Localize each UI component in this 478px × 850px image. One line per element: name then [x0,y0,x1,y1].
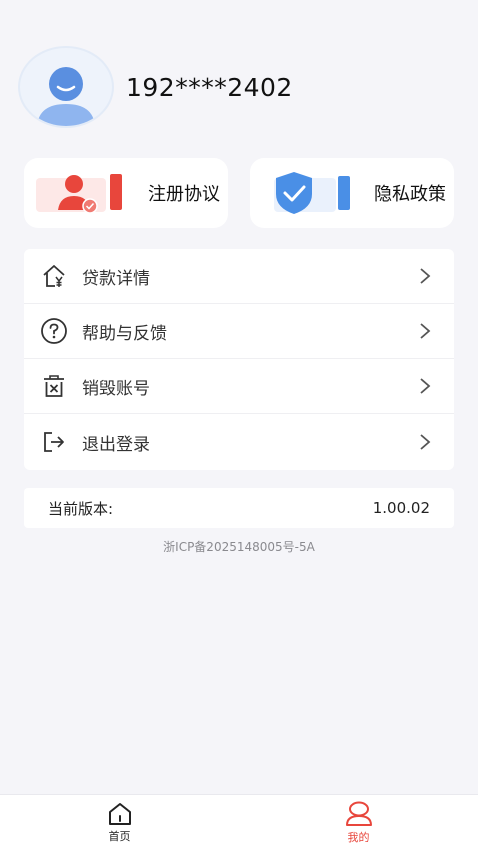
tab-label-home: 首页 [108,829,131,843]
menu-label-help-feedback: 帮助与反馈 [82,323,167,344]
chevron-right-icon [420,434,431,450]
card-register-agreement[interactable]: 注册协议 [24,158,228,228]
menu-label-logout: 退出登录 [82,434,150,455]
card-privacy-policy[interactable]: 隐私政策 [250,158,454,228]
card-label-privacy: 隐私政策 [374,184,446,205]
trash-icon [40,372,68,400]
menu-label-delete-account: 销毁账号 [82,378,150,399]
avatar[interactable] [18,46,114,128]
menu-label-loan-details: 贷款详情 [82,268,150,289]
settings-menu: 贷款详情 帮助与反馈 销毁账号 退出登录 [24,249,454,470]
menu-item-help-feedback[interactable]: 帮助与反馈 [24,304,454,359]
menu-item-loan-details[interactable]: 贷款详情 [24,249,454,304]
logout-icon [40,428,68,456]
house-yen-icon [40,262,68,290]
tab-home[interactable]: 首页 [0,795,239,850]
card-label-register: 注册协议 [148,184,220,205]
chevron-right-icon [420,378,431,394]
profile-header: 192****2402 [18,46,293,128]
question-circle-icon [40,317,68,345]
agreement-cards: 注册协议 隐私政策 [24,158,454,228]
chevron-right-icon [420,268,431,284]
menu-item-delete-account[interactable]: 销毁账号 [24,359,454,414]
chevron-right-icon [420,323,431,339]
version-label: 当前版本: [48,499,114,518]
version-value: 1.00.02 [372,499,430,517]
bottom-tab-bar: 首页 我的 [0,794,478,850]
icp-record[interactable]: 浙ICP备2025148005号-5A [0,538,478,555]
tab-mine[interactable]: 我的 [239,795,478,850]
version-row: 当前版本: 1.00.02 [24,488,454,528]
avatar-person-icon [37,67,95,126]
profile-icon [345,801,372,826]
tab-label-mine: 我的 [347,830,370,844]
home-icon [108,802,131,825]
user-phone: 192****2402 [126,72,293,102]
menu-item-logout[interactable]: 退出登录 [24,414,454,470]
user-doc-icon [36,174,122,214]
shield-check-icon [274,172,350,214]
